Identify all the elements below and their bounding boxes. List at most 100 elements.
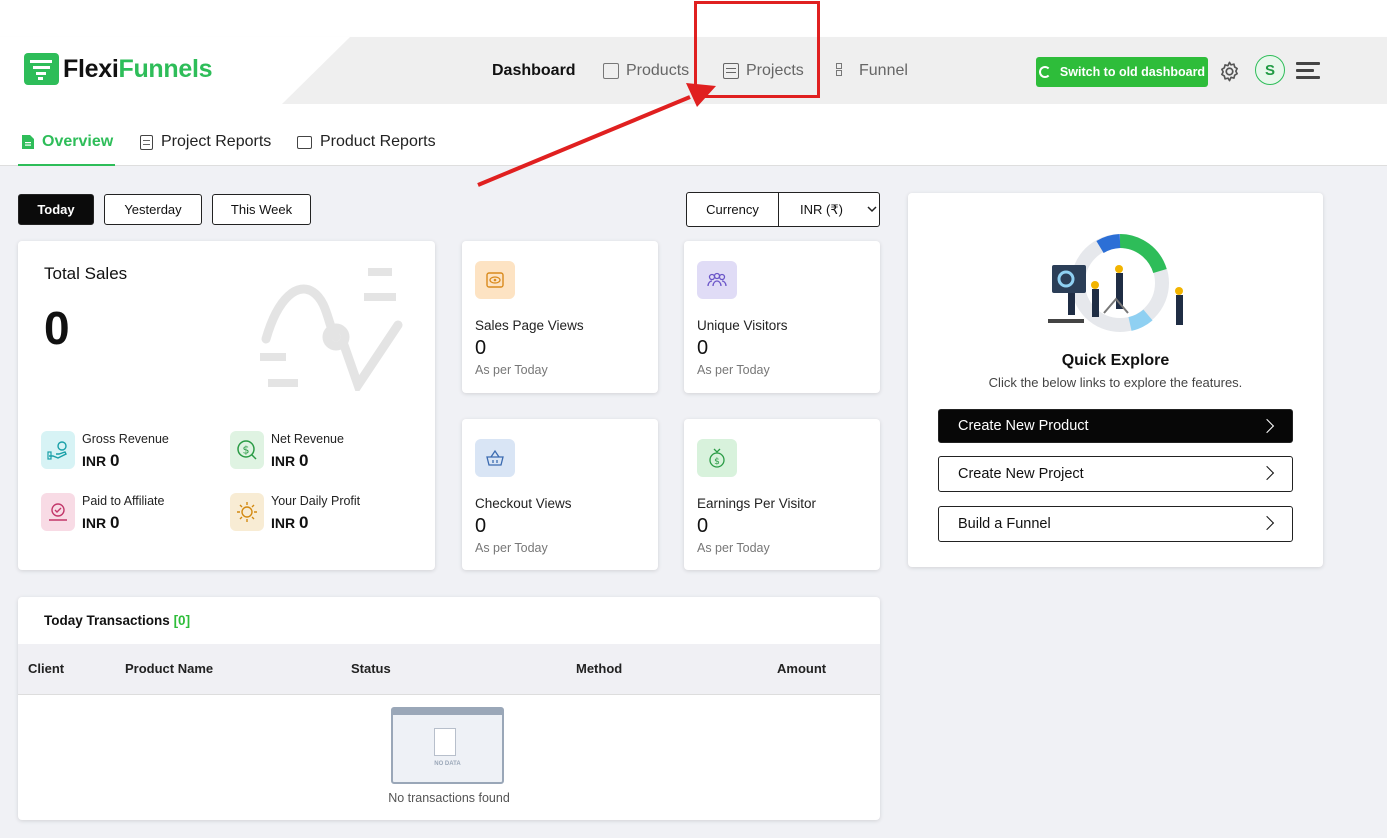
build-funnel-label: Build a Funnel: [958, 516, 1051, 532]
sales-page-views-sub: As per Today: [475, 363, 548, 377]
unique-visitors-card: Unique Visitors 0 As per Today: [684, 241, 880, 393]
build-funnel-button[interactable]: Build a Funnel: [938, 506, 1293, 542]
tab-project-reports-label: Project Reports: [161, 133, 272, 150]
filter-this-week-label: This Week: [230, 202, 293, 217]
column-amount: Amount: [777, 661, 827, 676]
column-method: Method: [576, 661, 623, 676]
transactions-card: Today Transactions [0] Client Product Na…: [18, 597, 880, 820]
quick-explore-title: Quick Explore: [1061, 352, 1170, 369]
currency-value: INR (₹): [800, 201, 843, 217]
tab-overview[interactable]: Overview: [22, 133, 113, 151]
nav-funnel[interactable]: Funnel: [836, 62, 908, 80]
nav-products[interactable]: Products: [603, 62, 689, 80]
tab-project-reports[interactable]: Project Reports: [140, 133, 271, 151]
gross-revenue-amount: INR 0: [82, 451, 169, 471]
sales-chart-watermark-icon: [260, 268, 403, 391]
tab-product-reports-label: Product Reports: [320, 133, 436, 150]
no-data-art-text: NO DATA: [434, 761, 461, 767]
currency-value-box[interactable]: INR (₹): [779, 193, 879, 226]
net-revenue-item: $ Net Revenue INR 0: [230, 431, 344, 471]
net-revenue-value: 0: [299, 451, 309, 470]
sun-icon: [230, 493, 264, 531]
unique-visitors-label: Unique Visitors: [697, 318, 788, 333]
gross-revenue-label: Gross Revenue: [82, 432, 169, 446]
transactions-title: Today Transactions [0]: [44, 613, 190, 628]
earnings-per-visitor-sub: As per Today: [697, 541, 770, 555]
unique-visitors-value: 0: [697, 337, 709, 359]
checkout-views-sub: As per Today: [475, 541, 548, 555]
paid-to-affiliate-amount: INR 0: [82, 513, 164, 533]
tab-product-reports[interactable]: Product Reports: [297, 133, 436, 151]
create-new-product-button[interactable]: Create New Product: [938, 409, 1293, 443]
filter-today-label: Today: [37, 202, 75, 217]
active-tab-underline: [18, 164, 115, 166]
filter-today-button[interactable]: Today: [18, 194, 94, 225]
filter-yesterday-button[interactable]: Yesterday: [104, 194, 202, 225]
no-transactions-text: No transactions found: [388, 791, 510, 805]
funnel-icon: [836, 63, 852, 79]
checkout-views-label: Checkout Views: [475, 496, 572, 511]
paid-to-affiliate-currency: INR: [82, 515, 107, 531]
no-data-illustration: NO DATA: [391, 707, 504, 784]
chevron-right-icon: [1259, 418, 1275, 434]
logo-icon: [24, 53, 59, 85]
sales-page-views-label: Sales Page Views: [475, 318, 584, 333]
daily-profit-item: Your Daily Profit INR 0: [230, 493, 360, 533]
column-product-name: Product Name: [125, 661, 214, 676]
daily-profit-currency: INR: [271, 515, 296, 531]
create-new-project-button[interactable]: Create New Project: [938, 456, 1293, 492]
dollar-circle-icon: $: [230, 431, 264, 469]
unique-visitors-sub: As per Today: [697, 363, 770, 377]
transactions-table-header: Client Product Name Status Method Amount: [18, 644, 880, 695]
svg-text:$: $: [714, 457, 720, 467]
money-bag-icon: $: [697, 439, 737, 477]
paid-to-affiliate-label: Paid to Affiliate: [82, 494, 165, 508]
menu-icon[interactable]: [1296, 62, 1320, 80]
net-revenue-amount: INR 0: [271, 451, 344, 471]
logo-text-part2: Funnels: [118, 54, 213, 83]
earnings-per-visitor-label: Earnings Per Visitor: [697, 496, 817, 511]
net-revenue-label: Net Revenue: [271, 432, 344, 446]
avatar[interactable]: S: [1255, 55, 1285, 85]
refresh-icon: [1038, 66, 1051, 78]
sales-page-views-value: 0: [475, 337, 487, 359]
logo-text: FlexiFunnels: [63, 54, 213, 84]
paid-to-affiliate-value: 0: [110, 513, 120, 532]
column-client: Client: [28, 661, 65, 676]
affiliate-handshake-icon: [41, 493, 75, 531]
gross-revenue-currency: INR: [82, 453, 107, 469]
total-sales-card: Total Sales 0 Gross Revenue INR 0 $ Net …: [18, 241, 435, 570]
daily-profit-label: Your Daily Profit: [271, 494, 361, 508]
nav-dashboard[interactable]: Dashboard: [469, 62, 576, 80]
filter-yesterday-label: Yesterday: [124, 202, 182, 217]
currency-select[interactable]: Currency INR (₹): [686, 192, 880, 227]
quick-explore-subtitle: Click the below links to explore the fea…: [988, 375, 1243, 390]
dashboard-icon: [469, 63, 485, 79]
paid-to-affiliate-item: Paid to Affiliate INR 0: [41, 493, 164, 533]
sales-page-views-card: Sales Page Views 0 As per Today: [462, 241, 658, 393]
svg-text:$: $: [243, 444, 250, 457]
switch-old-dashboard-button[interactable]: Switch to old dashboard: [1036, 57, 1208, 87]
column-status: Status: [351, 661, 391, 676]
annotation-highlight-box: [694, 1, 820, 98]
gross-revenue-value: 0: [110, 451, 120, 470]
filter-this-week-button[interactable]: This Week: [212, 194, 311, 225]
nav-dashboard-label: Dashboard: [492, 62, 576, 79]
basket-icon: [475, 439, 515, 477]
chevron-down-icon: [867, 206, 877, 213]
switch-old-dashboard-label: Switch to old dashboard: [1059, 65, 1206, 79]
transactions-count: [0]: [173, 613, 191, 628]
brand-logo[interactable]: FlexiFunnels: [24, 53, 213, 85]
nav-funnel-label: Funnel: [859, 62, 908, 79]
store-icon: [297, 135, 312, 149]
gear-icon[interactable]: [1218, 60, 1241, 83]
total-sales-value: 0: [44, 302, 70, 354]
chevron-right-icon: [1259, 515, 1275, 531]
eye-icon: [475, 261, 515, 299]
transactions-title-text: Today Transactions: [44, 613, 170, 628]
store-icon: [603, 63, 619, 79]
create-new-product-label: Create New Product: [958, 418, 1089, 434]
create-new-project-label: Create New Project: [958, 466, 1084, 482]
quick-explore-card: Quick Explore Click the below links to e…: [908, 193, 1323, 567]
chevron-right-icon: [1259, 465, 1275, 481]
